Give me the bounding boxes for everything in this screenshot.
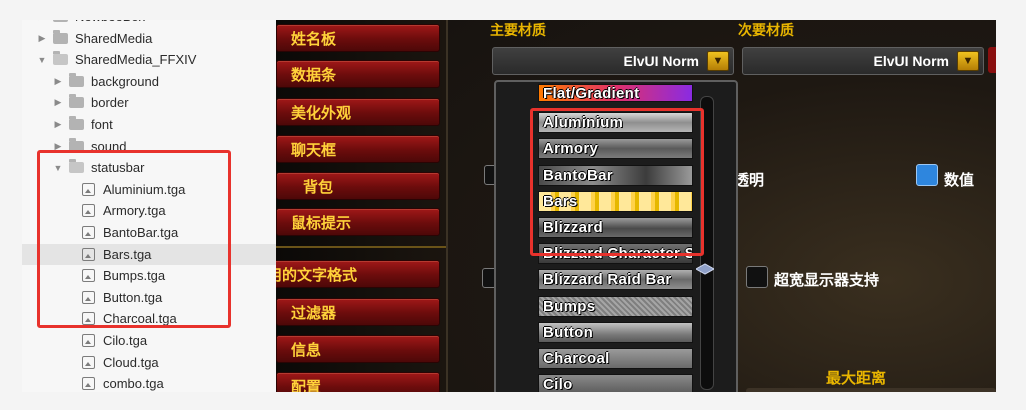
max-distance-label: 最大距离 [826,370,887,387]
tree-item-cilo-tga[interactable]: Cilo.tga [22,330,276,351]
sidebar-divider [276,246,446,248]
nav-button-label: 美化外观 [291,104,352,122]
nav-button-label: 用的文字格式 [276,266,358,284]
tree-item-cloud-tga[interactable]: Cloud.tga [22,352,276,373]
nav-button-skins[interactable]: 美化外观 [276,98,440,126]
tree-item-label: background [91,73,159,89]
nav-button-label: 配置 [291,378,322,393]
folder-icon [69,94,84,109]
primary-texture-value: ElvUI Norm [623,53,699,69]
image-file-icon [82,355,95,369]
nav-button-filters[interactable]: 过滤器 [276,298,440,326]
dropdown-arrow-icon[interactable]: ▼ [957,51,979,71]
value-label: 数值 [944,172,975,189]
nav-button-label: 背包 [303,178,334,196]
texture-option-label: Flat/Gradient [543,84,640,102]
chevron-right-icon[interactable]: ▶ [36,20,48,22]
tree-item-label: SharedMedia [75,30,153,46]
nav-button-profiles[interactable]: 配置 [276,372,440,392]
chevron-right-icon[interactable]: ▶ [36,33,48,44]
texture-option-label: Bumps [543,297,596,315]
annotation-box-files [37,150,231,328]
chevron-right-icon[interactable]: ▶ [52,76,64,87]
secondary-texture-label: 次要材质 [738,22,794,38]
nav-button-chat[interactable]: 聊天框 [276,135,440,163]
image-file-icon [82,377,95,391]
tree-item-label: Cloud.tga [103,354,159,370]
nav-button-label: 姓名板 [291,30,337,48]
nav-button-tooltip[interactable]: 鼠标提示 [276,208,440,236]
tree-item-label: NewbeeBox [75,20,145,24]
texture-option-label: Cilo [543,376,573,392]
texture-option-charcoal[interactable]: Charcoal [538,348,693,369]
tree-item-font[interactable]: ▶ font [22,114,276,135]
tree-item-label: font [91,117,113,132]
value-checkbox[interactable] [916,164,938,186]
texture-option-label: Charcoal [543,350,610,367]
folder-icon [53,29,68,44]
nav-button-info[interactable]: 信息 [276,335,440,363]
tree-item-label: border [91,95,129,111]
tree-item-sharedmedia[interactable]: ▶ SharedMedia [22,28,276,49]
tree-item-sharedmedia-ffxiv[interactable]: ▼ SharedMedia_FFXIV [22,49,276,70]
folder-icon [53,20,68,22]
texture-option-cilo[interactable]: Cilo [538,374,693,392]
image-file-icon [82,334,95,347]
folder-icon [69,72,84,87]
chevron-down-icon[interactable]: ▼ [36,55,48,65]
nav-button-bags[interactable]: 背包 [276,172,440,200]
next-dropdown-edge [988,47,996,73]
folder-open-icon [53,51,68,66]
nav-button-nameplates[interactable]: 姓名板 [276,24,440,52]
nav-button-label: 鼠标提示 [291,214,352,232]
primary-texture-dropdown[interactable]: ElvUI Norm ▼ [492,47,734,75]
max-distance-slider[interactable] [746,388,996,392]
tree-item-label: SharedMedia_FFXIV [75,52,197,68]
tree-item-border[interactable]: ▶ border [22,92,276,113]
nav-button-databars[interactable]: 数据条 [276,60,440,88]
tree-item-background[interactable]: ▶ background [22,71,276,92]
texture-option-label: Button [543,323,594,341]
texture-option-bumps[interactable]: Bumps [538,295,693,317]
texture-option-blizzard-raid-bar[interactable]: Blizzard Raid Bar [538,269,693,291]
chevron-right-icon[interactable]: ▶ [52,97,64,108]
texture-option-button[interactable]: Button [538,321,693,343]
ultrawide-label: 超宽显示器支持 [774,272,880,289]
folder-icon [69,116,84,130]
dropdown-arrow-icon[interactable]: ▼ [707,51,729,71]
texture-option-flat-gradient[interactable]: Flat/Gradient [538,84,693,102]
transparent-label: 透明 [734,172,765,189]
ultrawide-checkbox[interactable] [746,266,768,288]
nav-button-label: 过滤器 [291,304,337,322]
tree-item-combo-tga[interactable]: combo.tga [22,373,276,392]
scroll-thumb-icon[interactable] [696,262,714,276]
chevron-right-icon[interactable]: ▶ [52,119,64,130]
nav-button-label: 数据条 [291,66,337,84]
nav-button-label: 聊天框 [291,141,337,159]
secondary-texture-dropdown[interactable]: ElvUI Norm ▼ [742,47,984,75]
tree-item-label: combo.tga [103,376,164,392]
secondary-texture-value: ElvUI Norm [873,53,949,69]
nav-button-tags[interactable]: 用的文字格式 [276,260,440,288]
tree-item-label: Cilo.tga [103,333,148,348]
nav-button-label: 信息 [291,341,322,359]
primary-texture-label: 主要材质 [490,22,546,38]
annotation-box-list [530,108,704,256]
texture-option-label: Blizzard Raid Bar [543,271,672,289]
tree-item-newbeebox[interactable]: ▶ NewbeeBox [22,20,276,27]
